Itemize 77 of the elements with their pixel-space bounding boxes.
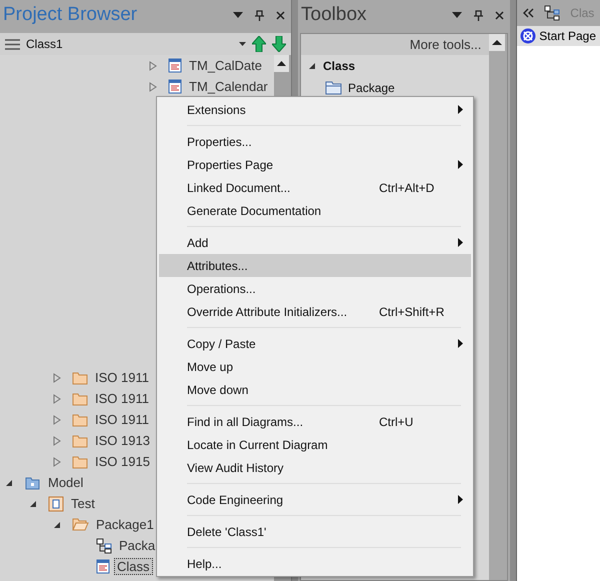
pin-icon[interactable] [474, 10, 484, 20]
dropdown-icon[interactable] [239, 42, 246, 46]
class-icon [168, 58, 182, 73]
menu-item[interactable]: Attributes... [159, 254, 471, 277]
menu-item[interactable]: Linked Document... Ctrl+Alt+D [159, 176, 471, 199]
menu-item[interactable]: Generate Documentation [159, 199, 471, 222]
tree-item[interactable]: Model [45, 474, 86, 491]
menu-item[interactable]: Add [159, 231, 471, 254]
folder-icon [72, 392, 88, 406]
panel-title: Project Browser [3, 4, 138, 26]
folder-icon [72, 412, 88, 426]
panel-title: Toolbox [301, 4, 367, 26]
more-tools-button[interactable]: More tools... [301, 34, 490, 55]
menu-item[interactable]: Properties... [159, 130, 471, 153]
expand-arrow-icon[interactable] [52, 414, 62, 424]
diagram-icon[interactable] [544, 5, 560, 21]
class-icon [168, 79, 182, 94]
tree-item[interactable]: TM_Calendar [186, 78, 271, 95]
scroll-up-icon[interactable] [274, 55, 290, 72]
tree-item[interactable]: ISO 1911 [92, 390, 152, 407]
collapse-arrow-icon[interactable] [4, 478, 14, 486]
menu-icon[interactable] [5, 38, 20, 50]
diagram-icon [96, 538, 112, 554]
collapse-arrow-icon[interactable] [52, 520, 62, 528]
tree-item[interactable]: TM_CalDate [186, 57, 265, 74]
down-arrow-icon[interactable] [272, 36, 286, 52]
expand-arrow-icon[interactable] [148, 82, 158, 92]
scroll-up-icon[interactable] [489, 34, 506, 51]
pin-icon[interactable] [255, 10, 264, 20]
tree-item[interactable]: Packa [116, 537, 158, 554]
close-icon[interactable] [276, 10, 286, 20]
menu-item[interactable]: Override Attribute Initializers... Ctrl+Shift+R [159, 300, 471, 323]
panel-splitter[interactable] [510, 0, 518, 581]
up-arrow-icon[interactable] [252, 36, 266, 52]
expand-arrow-icon[interactable] [52, 456, 62, 466]
menu-item[interactable]: Copy / Paste [159, 332, 471, 355]
menu-item[interactable]: Properties Page [159, 153, 471, 176]
current-element-label: Class1 [26, 37, 64, 51]
menu-item[interactable]: Delete 'Class1' [159, 520, 471, 543]
folder-icon [72, 454, 88, 468]
menu-item[interactable]: Operations... [159, 277, 471, 300]
tree-item[interactable]: Class [114, 558, 153, 575]
class-icon [96, 559, 110, 574]
menu-item[interactable]: View Audit History [159, 456, 471, 479]
menu-item[interactable]: Help... [159, 552, 471, 575]
folder-icon [72, 370, 88, 384]
collapse-arrow-icon[interactable] [309, 62, 316, 68]
close-icon[interactable] [495, 10, 504, 20]
open-folder-icon [72, 517, 89, 532]
tree-item[interactable]: ISO 1911 [92, 411, 152, 428]
tree-item[interactable]: ISO 1911 [92, 369, 152, 386]
dropdown-icon[interactable] [452, 12, 462, 18]
tool-item[interactable]: Package [348, 81, 395, 95]
menu-item[interactable]: Code Engineering [159, 488, 471, 511]
folder-icon [72, 434, 88, 448]
menu-item[interactable]: Extensions [159, 98, 471, 121]
folder-icon [325, 81, 342, 95]
start-page-tab[interactable]: Start Page [517, 26, 600, 46]
menu-item[interactable]: Move down [159, 378, 471, 401]
dropdown-icon[interactable] [233, 12, 244, 18]
expand-arrow-icon[interactable] [52, 436, 62, 446]
expand-arrow-icon[interactable] [52, 394, 62, 404]
tree-item[interactable]: Test [68, 495, 98, 512]
collapse-arrow-icon[interactable] [28, 500, 38, 508]
menu-item[interactable]: Locate in Current Diagram [159, 433, 471, 456]
scrollbar[interactable] [489, 34, 508, 580]
tree-item[interactable]: ISO 1913 [92, 432, 153, 449]
document-icon [48, 496, 64, 512]
menu-item[interactable]: Move up [159, 355, 471, 378]
tree-item[interactable]: Package1 [93, 516, 157, 533]
expand-arrow-icon[interactable] [52, 372, 62, 382]
package-icon [24, 475, 41, 490]
tree-item[interactable]: ISO 1915 [92, 453, 153, 470]
double-chevron-icon[interactable] [523, 8, 534, 18]
group-header[interactable]: Class [323, 58, 356, 72]
expand-arrow-icon[interactable] [148, 60, 158, 70]
menu-item[interactable]: Find in all Diagrams... Ctrl+U [159, 410, 471, 433]
